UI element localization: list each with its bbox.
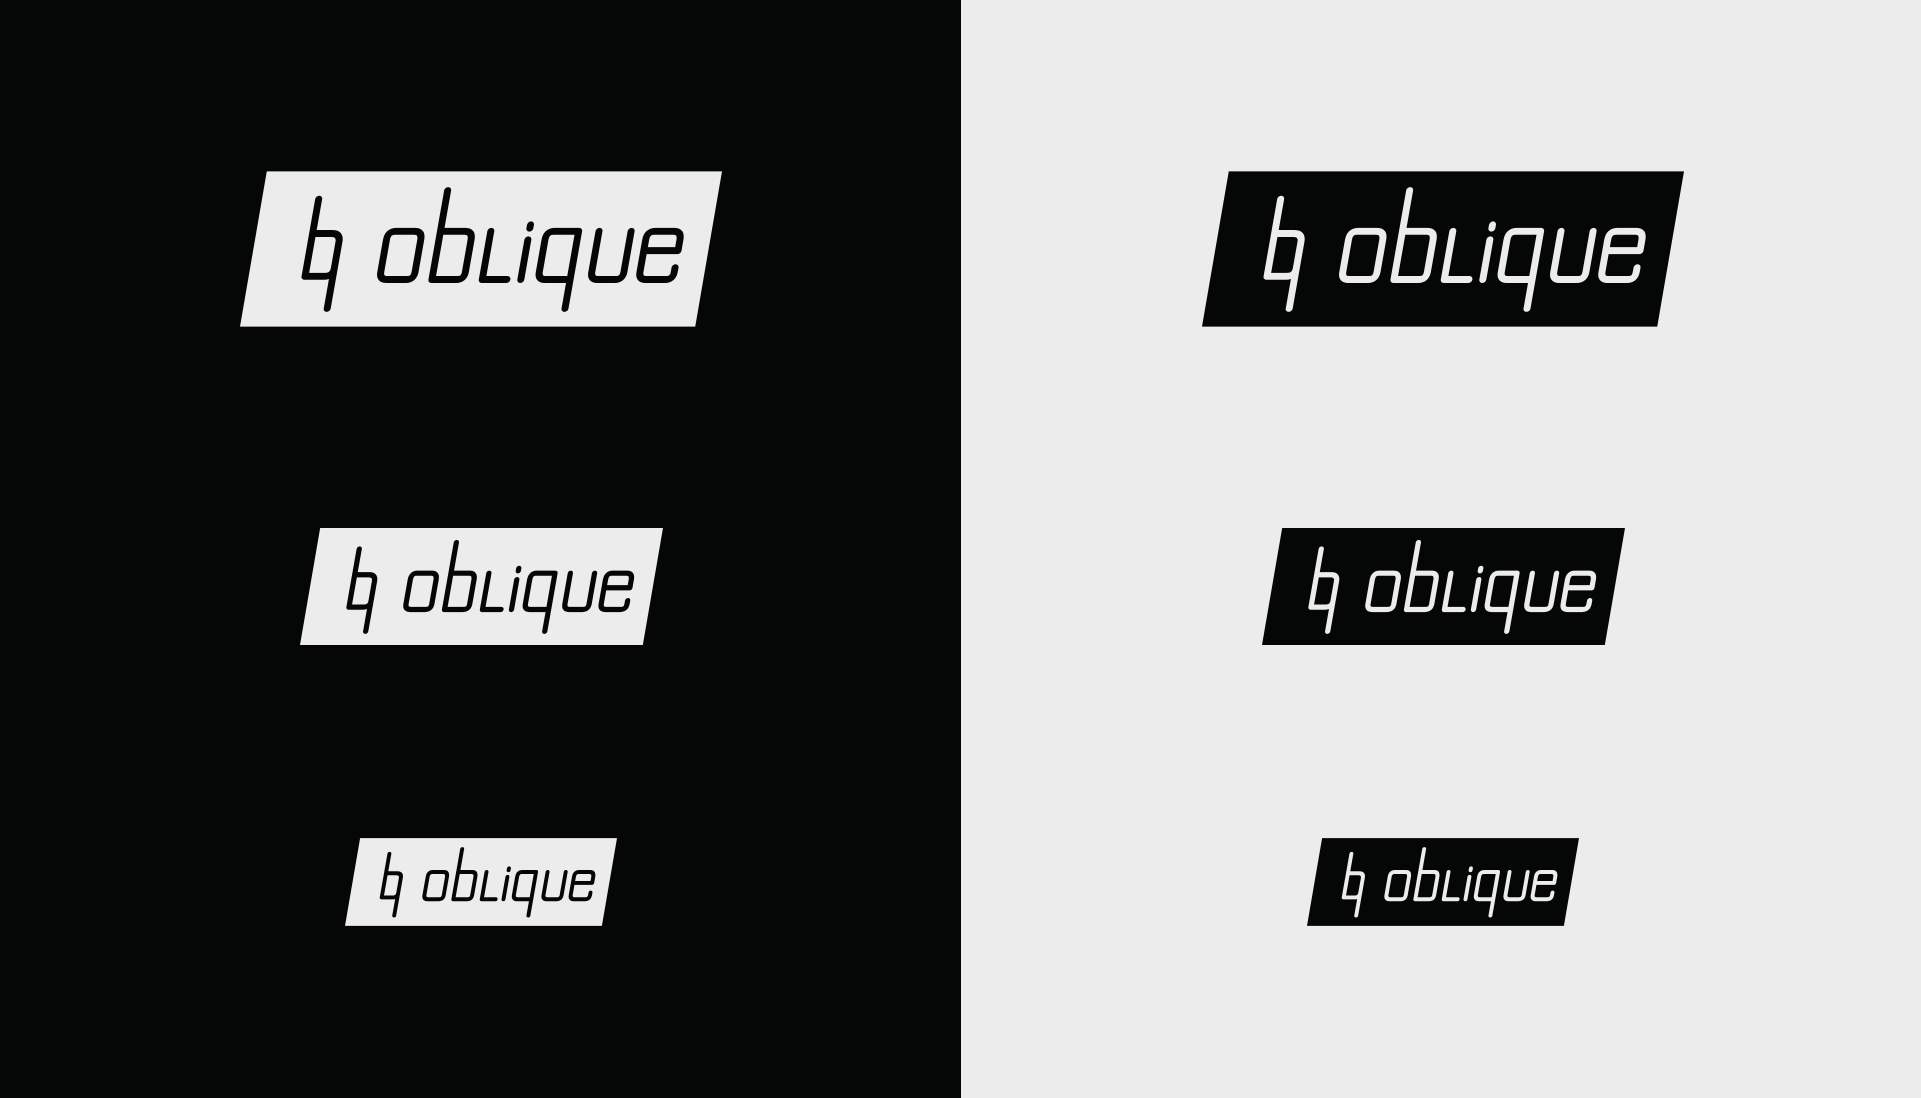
logo-dark-panel-medium: [300, 528, 663, 645]
logo-light-panel-small: [1307, 838, 1579, 926]
logo-light-panel-medium: [1262, 528, 1625, 645]
logo-dark-panel-large: [240, 171, 722, 327]
logo-dark-panel-small: [345, 838, 617, 926]
logo-light-panel-large: [1202, 171, 1684, 327]
